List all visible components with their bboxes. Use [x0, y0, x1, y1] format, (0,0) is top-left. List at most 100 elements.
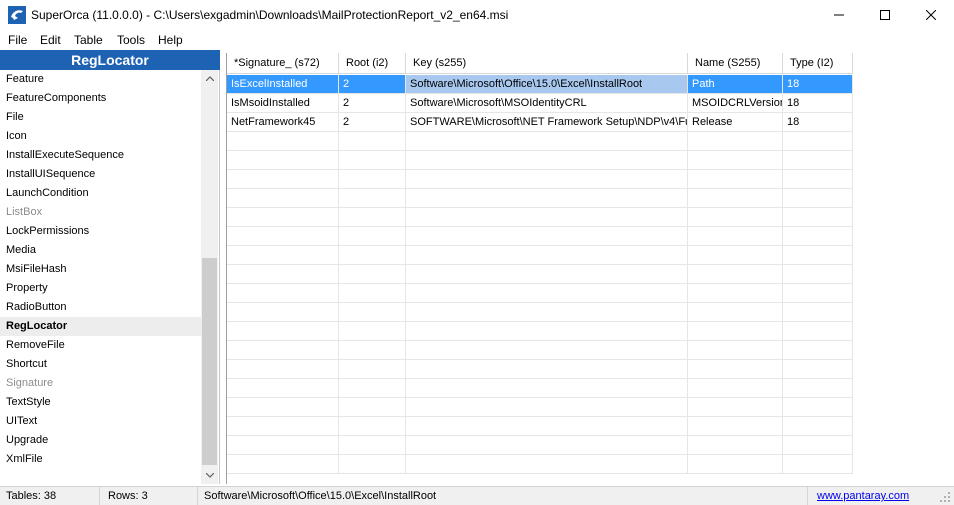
grid-cell [783, 417, 853, 436]
table-list-item[interactable]: Shortcut [0, 355, 201, 374]
grid-cell [339, 360, 406, 379]
table-list-panel: RegLocator Feature FeatureComponents File I… [0, 50, 220, 484]
grid-cell [688, 455, 783, 474]
grid-cell[interactable]: Release [688, 113, 783, 132]
grid-cell [783, 436, 853, 455]
grid-cell[interactable]: IsMsoidInstalled [227, 94, 339, 113]
table-row[interactable]: IsExcelInstalled 2 Software\Microsoft\Offi… [227, 75, 954, 94]
empty-row [227, 170, 954, 189]
table-list-item[interactable]: File [0, 108, 201, 127]
table-list-item[interactable]: RemoveFile [0, 336, 201, 355]
grid-cell [688, 436, 783, 455]
window-title: SuperOrca (11.0.0.0) - C:\Users\exgadmin… [31, 8, 509, 22]
column-header[interactable]: Type (I2) [783, 53, 853, 74]
grid-cell [227, 227, 339, 246]
grid-cell[interactable]: SOFTWARE\Microsoft\NET Framework Setup\N… [406, 113, 688, 132]
grid-cell [783, 322, 853, 341]
scroll-thumb[interactable] [202, 258, 217, 465]
grid-cell[interactable]: 2 [339, 75, 406, 94]
table-list-item[interactable]: RegLocator [0, 317, 201, 336]
resize-grip-icon[interactable] [938, 490, 952, 504]
menu-file[interactable]: File [8, 33, 27, 47]
table-list-item[interactable]: Icon [0, 127, 201, 146]
current-table-header: RegLocator [0, 50, 220, 70]
grid-cell [339, 132, 406, 151]
grid-cell [406, 265, 688, 284]
grid-cell[interactable]: Software\Microsoft\Office\15.0\Excel\Ins… [406, 75, 688, 94]
empty-row [227, 189, 954, 208]
table-list-item[interactable]: Signature [0, 374, 201, 393]
grid-cell [339, 322, 406, 341]
table-row[interactable]: IsMsoidInstalled 2 Software\Microsoft\MSOI… [227, 94, 954, 113]
grid-cell [783, 132, 853, 151]
grid-cell[interactable]: IsExcelInstalled [227, 75, 339, 94]
grid-cell[interactable]: NetFramework45 [227, 113, 339, 132]
empty-row [227, 284, 954, 303]
grid-cell [227, 189, 339, 208]
table-list-item[interactable]: LockPermissions [0, 222, 201, 241]
grid-cell [688, 398, 783, 417]
maximize-button[interactable] [862, 0, 908, 30]
empty-row [227, 436, 954, 455]
table-list-item[interactable]: RadioButton [0, 298, 201, 317]
grid-cell[interactable]: 2 [339, 113, 406, 132]
grid-cell [406, 436, 688, 455]
grid-cell [339, 284, 406, 303]
column-header[interactable]: Name (S255) [688, 53, 783, 74]
grid-cell [406, 341, 688, 360]
grid-cell[interactable]: 18 [783, 94, 853, 113]
minimize-button[interactable] [816, 0, 862, 30]
table-list-item[interactable]: UIText [0, 412, 201, 431]
table-list-item[interactable]: Property [0, 279, 201, 298]
table-list-item[interactable]: Media [0, 241, 201, 260]
grid-cell [406, 151, 688, 170]
grid-cell[interactable]: 18 [783, 113, 853, 132]
scroll-up-button[interactable] [201, 70, 218, 87]
table-grid: *Signature_ (s72) Root (i2) Key (s255) Name… [226, 53, 954, 484]
table-list-item[interactable]: InstallExecuteSequence [0, 146, 201, 165]
table-row[interactable]: NetFramework45 2 SOFTWARE\Microsoft\NET Fr… [227, 113, 954, 132]
menu-help[interactable]: Help [158, 33, 183, 47]
grid-cell[interactable]: 18 [783, 75, 853, 94]
grid-cell [688, 379, 783, 398]
table-list-item[interactable]: InstallUISequence [0, 165, 201, 184]
grid-cell [783, 455, 853, 474]
grid-cell [688, 227, 783, 246]
grid-cell [688, 265, 783, 284]
grid-cell [406, 132, 688, 151]
grid-cell [339, 436, 406, 455]
grid-cell [406, 303, 688, 322]
grid-cell[interactable]: MSOIDCRLVersion [688, 94, 783, 113]
table-list-item[interactable]: MsiFileHash [0, 260, 201, 279]
table-list-item[interactable]: XmlFile [0, 450, 201, 469]
pantaray-link[interactable]: www.pantaray.com [817, 490, 909, 502]
table-list-item[interactable]: FeatureComponents [0, 89, 201, 108]
grid-cell[interactable]: Software\Microsoft\MSOIdentityCRL [406, 94, 688, 113]
column-header[interactable]: *Signature_ (s72) [227, 53, 339, 74]
menu-tools[interactable]: Tools [117, 33, 145, 47]
table-list-item[interactable]: LaunchCondition [0, 184, 201, 203]
grid-cell[interactable]: 2 [339, 94, 406, 113]
grid-cell [227, 246, 339, 265]
grid-cell [688, 151, 783, 170]
column-header[interactable]: Root (i2) [339, 53, 406, 74]
table-list-item[interactable]: Upgrade [0, 431, 201, 450]
empty-row [227, 455, 954, 474]
grid-cell [339, 265, 406, 284]
grid-cell [227, 284, 339, 303]
menu-table[interactable]: Table [74, 33, 103, 47]
empty-row [227, 246, 954, 265]
grid-cell [688, 322, 783, 341]
table-list-item[interactable]: ListBox [0, 203, 201, 222]
scroll-down-button[interactable] [201, 467, 218, 484]
menu-edit[interactable]: Edit [40, 33, 61, 47]
table-list-item[interactable]: Feature [0, 70, 201, 89]
table-list-item[interactable]: TextStyle [0, 393, 201, 412]
grid-cell [339, 303, 406, 322]
grid-cell[interactable]: Path [688, 75, 783, 94]
close-button[interactable] [908, 0, 954, 30]
grid-cell [227, 436, 339, 455]
column-header[interactable]: Key (s255) [406, 53, 688, 74]
status-table-count: Tables: 38 [0, 487, 100, 505]
table-list-scrollbar[interactable] [201, 70, 218, 484]
